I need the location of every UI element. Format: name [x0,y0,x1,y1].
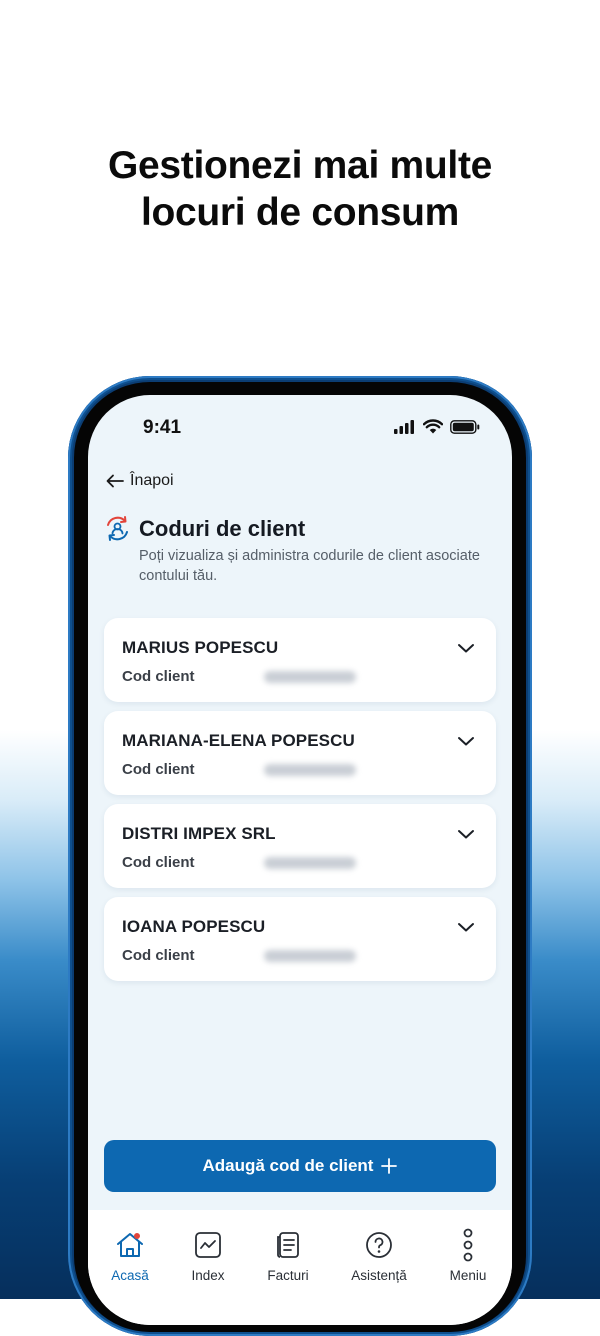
client-code-label: Cod client [122,668,195,685]
client-code-value-redacted [264,950,356,962]
tab-index-label: Index [191,1268,225,1283]
tab-asistenta[interactable]: Asistență [339,1228,419,1283]
tab-index[interactable]: Index [168,1228,248,1283]
headline: Gestionezi mai multe locuri de consum [0,142,600,236]
chevron-down-icon[interactable] [456,638,476,658]
back-label: Înapoi [130,472,174,489]
add-client-code-button[interactable]: Adaugă cod de client [104,1140,496,1192]
chevron-down-icon[interactable] [456,731,476,751]
headline-line-2: locuri de consum [140,191,460,234]
tab-asistenta-label: Asistență [351,1268,407,1283]
client-code-value-redacted [264,671,356,683]
client-codes-icon [107,516,128,541]
client-code-value-redacted [264,764,356,776]
tab-meniu[interactable]: Meniu [428,1228,508,1283]
status-icons [394,419,480,434]
tab-meniu-label: Meniu [449,1268,487,1283]
phone-screen: 9:41 Înapoi Coduri de client Poți vizual… [88,395,512,1325]
more-icon [463,1228,473,1262]
client-code-label: Cod client [122,854,195,871]
tab-acasa-label: Acasă [111,1268,149,1283]
client-card[interactable]: MARIUS POPESCU Cod client [104,618,496,702]
tab-acasa[interactable]: Acasă [90,1228,170,1283]
client-code-label: Cod client [122,761,195,778]
client-card[interactable]: DISTRI IMPEX SRL Cod client [104,804,496,888]
client-code-label: Cod client [122,947,195,964]
invoice-icon [277,1232,299,1258]
home-icon [117,1233,143,1257]
client-name: MARIUS POPESCU [122,638,279,657]
chevron-down-icon[interactable] [456,917,476,937]
signal-icon [394,419,414,434]
chevron-down-icon[interactable] [456,824,476,844]
back-button[interactable]: Înapoi [106,472,174,490]
chart-icon [195,1232,221,1258]
bottom-tab-bar: Acasă Index Facturi Asistență Meniu [88,1210,512,1325]
arrow-left-icon [106,474,124,488]
status-time: 9:41 [143,417,182,438]
section-header: Coduri de client Poți vizualiza și admin… [104,515,499,586]
wifi-icon [423,419,443,434]
client-name: IOANA POPESCU [122,917,266,936]
headline-line-1: Gestionezi mai multe [107,144,493,187]
section-title: Coduri de client [139,515,306,541]
tab-facturi-label: Facturi [267,1268,309,1283]
help-icon [366,1232,392,1258]
section-description: Poți vizualiza și administra codurile de… [139,548,480,584]
client-card[interactable]: MARIANA-ELENA POPESCU Cod client [104,711,496,795]
add-client-code-label: Adaugă cod de client [202,1156,374,1175]
client-name: DISTRI IMPEX SRL [122,824,276,843]
tab-facturi[interactable]: Facturi [248,1228,328,1283]
client-code-value-redacted [264,857,356,869]
plus-icon [381,1158,398,1174]
battery-icon [450,419,480,434]
client-card[interactable]: IOANA POPESCU Cod client [104,897,496,981]
client-name: MARIANA-ELENA POPESCU [122,731,355,750]
